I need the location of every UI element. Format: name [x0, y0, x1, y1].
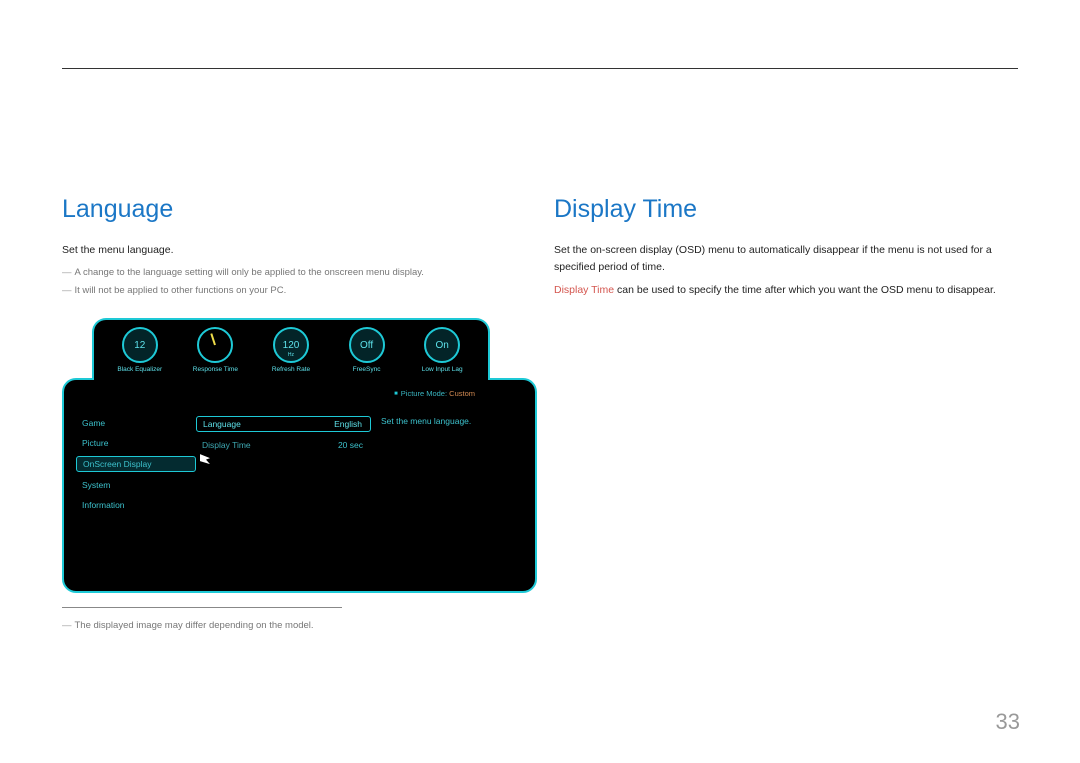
- side-item-picture[interactable]: Picture: [76, 436, 196, 450]
- language-note1-text: A change to the language setting will on…: [75, 267, 424, 278]
- display-time-intro: Set the on-screen display (OSD) menu to …: [554, 242, 1024, 276]
- image-footnote-rule: [62, 607, 342, 608]
- image-footnote-text: The displayed image may differ depending…: [75, 620, 314, 631]
- osd-body-frame: ■Picture Mode: Custom Game Picture OnScr…: [62, 378, 537, 593]
- dial-refresh-rate[interactable]: 120 Hz Refresh Rate: [263, 327, 319, 373]
- dial-refresh-rate-label: Refresh Rate: [272, 366, 310, 373]
- heading-display-time: Display Time: [554, 195, 1024, 224]
- dial-black-equalizer-value: 12: [134, 340, 145, 351]
- language-note2-text: It will not be applied to other function…: [75, 285, 287, 296]
- dial-freesync[interactable]: Off FreeSync: [339, 327, 395, 373]
- osd-inner: ■Picture Mode: Custom Game Picture OnScr…: [64, 380, 535, 591]
- gauge-needle-icon: [211, 333, 217, 345]
- sub-item-display-time-value: 20 sec: [338, 440, 363, 450]
- osd-screenshot: ■Picture Mode: Custom Game Picture OnScr…: [62, 318, 537, 593]
- image-footnote: ―The displayed image may differ dependin…: [62, 618, 532, 633]
- heading-language: Language: [62, 195, 532, 224]
- sub-item-display-time-label: Display Time: [202, 440, 251, 450]
- dial-response-time[interactable]: Response Time: [188, 327, 244, 373]
- language-intro: Set the menu language.: [62, 242, 532, 259]
- sub-item-language-value: English: [334, 419, 362, 429]
- display-time-rest: can be used to specify the time after wh…: [614, 284, 996, 296]
- dial-black-equalizer-label: Black Equalizer: [117, 366, 162, 373]
- osd-columns: Game Picture OnScreen Display System Inf…: [76, 416, 523, 512]
- sub-item-language-label: Language: [203, 419, 241, 429]
- dial-low-input-lag[interactable]: On Low Input Lag: [414, 327, 470, 373]
- dial-refresh-rate-unit: Hz: [288, 352, 294, 358]
- dial-low-input-lag-label: Low Input Lag: [422, 366, 463, 373]
- top-rule: [62, 68, 1018, 69]
- display-time-detail: Display Time can be used to specify the …: [554, 282, 1024, 299]
- side-item-information[interactable]: Information: [76, 498, 196, 512]
- page-number: 33: [996, 709, 1020, 735]
- language-note2: ―It will not be applied to other functio…: [62, 283, 532, 298]
- display-time-highlight: Display Time: [554, 284, 614, 296]
- dial-freesync-label: FreeSync: [353, 366, 381, 373]
- dial-response-time-label: Response Time: [193, 366, 238, 373]
- osd-description-pane: Set the menu language.: [371, 416, 521, 512]
- sub-item-language[interactable]: Language English: [196, 416, 371, 432]
- osd-description-text: Set the menu language.: [381, 416, 471, 426]
- picture-mode-value: Custom: [449, 389, 475, 398]
- dial-freesync-value: Off: [360, 340, 373, 351]
- language-note1: ―A change to the language setting will o…: [62, 265, 532, 280]
- side-item-onscreen-display[interactable]: OnScreen Display: [76, 456, 196, 472]
- osd-sub-menu: Language English Display Time 20 sec: [196, 416, 371, 512]
- osd-side-menu: Game Picture OnScreen Display System Inf…: [76, 416, 196, 512]
- sub-item-display-time[interactable]: Display Time 20 sec: [196, 438, 371, 452]
- picture-mode-label: Picture Mode:: [401, 389, 447, 398]
- dial-refresh-rate-value: 120: [283, 340, 300, 351]
- picture-mode-indicator: ■Picture Mode: Custom: [394, 389, 475, 398]
- side-item-system[interactable]: System: [76, 478, 196, 492]
- right-column: Display Time Set the on-screen display (…: [554, 195, 1024, 304]
- dial-black-equalizer[interactable]: 12 Black Equalizer: [112, 327, 168, 373]
- osd-top-bar: 12 Black Equalizer Response Time 120 Hz …: [92, 318, 490, 380]
- dial-low-input-lag-value: On: [436, 340, 449, 351]
- left-column: Language Set the menu language. ―A chang…: [62, 195, 532, 636]
- side-item-game[interactable]: Game: [76, 416, 196, 430]
